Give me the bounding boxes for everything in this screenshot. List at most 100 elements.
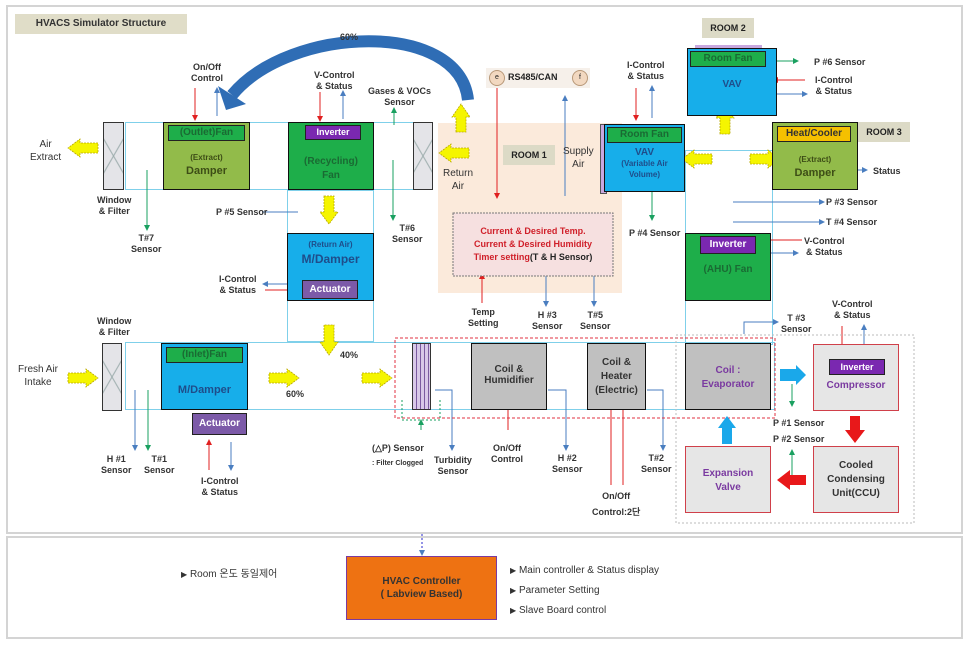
rs485-left-circle: e — [489, 70, 505, 86]
refrigerant-arrow-to-evaporator — [718, 416, 736, 444]
i-control-vav1: I-Control & Status — [627, 60, 665, 81]
on-off-humidifier: On/Off Control — [491, 443, 523, 464]
dp-filter — [412, 343, 431, 410]
compressor-line1: Compressor — [826, 380, 886, 391]
room1-line2: Current & Desired Humidity — [473, 239, 593, 249]
outlet-line2: Damper — [186, 165, 227, 177]
dp-sensor: (△P) Sensor — [372, 443, 424, 453]
t3-sensor: T #3 Sensor — [781, 313, 812, 334]
return-line2: M/Damper — [301, 252, 360, 266]
window-filter-bottom — [102, 343, 122, 411]
vav-room2: Room Fan VAV — [687, 48, 777, 116]
ahu-fan: Inverter (AHU) Fan — [685, 233, 771, 301]
recycle-percent: 60% — [340, 32, 359, 42]
return-air-label: Return Air — [443, 168, 474, 192]
ccu: Cooled Condensing Unit(CCU) — [813, 446, 899, 513]
t4-sensor: T #4 Sensor — [826, 217, 878, 227]
evap-line1: Coil : — [715, 365, 741, 376]
heater-line3: (Electric) — [595, 385, 638, 396]
room3-damper: Heat/Cooler (Extract) Damper — [772, 122, 858, 190]
return-actuator-tag: Actuator — [302, 280, 358, 299]
t2-sensor: T#2 Sensor — [641, 453, 672, 474]
controller-line1: HVAC Controller — [382, 576, 461, 587]
recycling-fan: Inverter (Recycling) Fan — [288, 122, 374, 190]
inlet-fan-damper: (Inlet)Fan M/Damper — [161, 343, 248, 410]
vav1-fan-tag: Room Fan — [607, 127, 682, 143]
window-filter-top-label: Window & Filter — [97, 195, 132, 216]
ccu-line1: Cooled — [839, 460, 873, 471]
vav1-line3: Volume) — [629, 170, 660, 179]
inlet-actuator: Actuator — [192, 413, 247, 435]
air-extract-label: Air Extract — [30, 139, 62, 163]
status-room3: Status — [873, 166, 901, 176]
expansion-valve: Expansion Valve — [685, 446, 771, 513]
window-filter-top — [103, 122, 124, 190]
p1-sensor: P #1 Sensor — [773, 418, 825, 428]
ccu-line2: Condensing — [827, 474, 885, 485]
filter-clogged: : Filter Clogged — [372, 460, 424, 467]
t5-sensor: T#5 Sensor — [580, 310, 611, 331]
outlet-line1: (Extract) — [190, 153, 223, 162]
room3-tag: ROOM 3 — [858, 122, 910, 142]
room1-line1: Current & Desired Temp. — [480, 226, 586, 236]
evap-line2: Evaporator — [701, 379, 755, 390]
compressor-inverter-tag: Inverter — [829, 359, 885, 375]
humid-line2: Humidifier — [484, 375, 534, 386]
vav-room1: Room Fan VAV (Variable Air Volume) — [604, 124, 685, 192]
t6-sensor: T#6 Sensor — [392, 223, 423, 244]
temp-setting: Temp Setting — [468, 307, 499, 328]
heater-line2: Heater — [600, 371, 633, 382]
v-control-compressor: V-Control & Status — [832, 299, 873, 320]
room1-tag: ROOM 1 — [503, 145, 555, 165]
supply-air-label: Supply Air — [563, 146, 594, 170]
mix-percent: 40% — [340, 350, 359, 360]
p5-sensor: P #5 Sensor — [216, 207, 268, 217]
coil-humidifier: Coil & Humidifier — [471, 343, 547, 410]
p3-sensor: P #3 Sensor — [826, 197, 878, 207]
return-line1: (Return Air) — [308, 240, 353, 249]
heat-cooler-tag: Heat/Cooler — [777, 126, 851, 142]
inlet-fan-tag: (Inlet)Fan — [166, 347, 243, 363]
bullet-parameter-setting: ▶ Parameter Setting — [510, 585, 600, 596]
ahu-inverter-tag: Inverter — [700, 236, 756, 254]
i-control-room2: I-Control & Status — [815, 75, 853, 96]
on-off-control-top: On/Off Control — [191, 62, 223, 83]
inlet-percent: 60% — [286, 389, 305, 399]
controller-line2: ( Labview Based) — [380, 589, 463, 600]
valve-line2: Valve — [715, 482, 741, 493]
hvac-controller: HVAC Controller ( Labview Based) — [346, 556, 497, 620]
room3-line2: Damper — [794, 167, 836, 179]
vav1-line1: VAV — [634, 147, 655, 158]
p4-sensor: P #4 Sensor — [629, 228, 681, 238]
ahu-line1: (AHU) Fan — [703, 264, 753, 275]
refrigerant-arrow-to-ccu — [845, 416, 865, 443]
fresh-air-intake-label: Fresh Air Intake — [18, 364, 59, 388]
bullet-main-controller: ▶ Main controller & Status display — [510, 565, 660, 576]
h1-sensor: H #1 Sensor — [101, 454, 132, 475]
ccu-line3: Unit(CCU) — [832, 488, 880, 499]
vav1-line2: (Variable Air — [621, 159, 668, 168]
v-control-ahu: V-Control & Status — [804, 236, 845, 257]
bullet-slave-board: ▶ Slave Board control — [510, 605, 607, 616]
outlet-fan-damper: (Outlet)Fan (Extract) Damper — [163, 122, 250, 190]
p6-sensor: P #6 Sensor — [814, 57, 866, 67]
recycling-line1: (Recycling) — [304, 156, 358, 167]
window-filter-bottom-label: Window & Filter — [97, 316, 132, 337]
rs485-right-circle: f — [572, 70, 588, 86]
on-off-heater: On/Off Control:2단 — [592, 491, 641, 517]
outlet-fan-tag: (Outlet)Fan — [168, 125, 245, 141]
recycling-inverter-tag: Inverter — [305, 125, 361, 140]
return-air-damper: (Return Air) M/Damper Actuator — [287, 233, 374, 301]
heater-line1: Coil & — [602, 357, 631, 368]
room2-tag: ROOM 2 — [702, 18, 754, 38]
humid-line1: Coil & — [494, 364, 524, 375]
room1-controller: Current & Desired Temp. Current & Desire… — [453, 225, 613, 264]
v-control-recycling: V-Control & Status — [314, 70, 355, 91]
compressor: Inverter Compressor — [813, 344, 899, 411]
t7-sensor: T#7 Sensor — [131, 233, 162, 254]
room3-line1: (Extract) — [798, 155, 832, 164]
room1-line3b: (T & H Sensor) — [529, 252, 593, 262]
recycling-line2: Fan — [322, 170, 340, 181]
t1-sensor: T#1 Sensor — [144, 454, 175, 475]
gases-vocs-sensor: Gases & VOCs Sensor — [368, 86, 432, 107]
